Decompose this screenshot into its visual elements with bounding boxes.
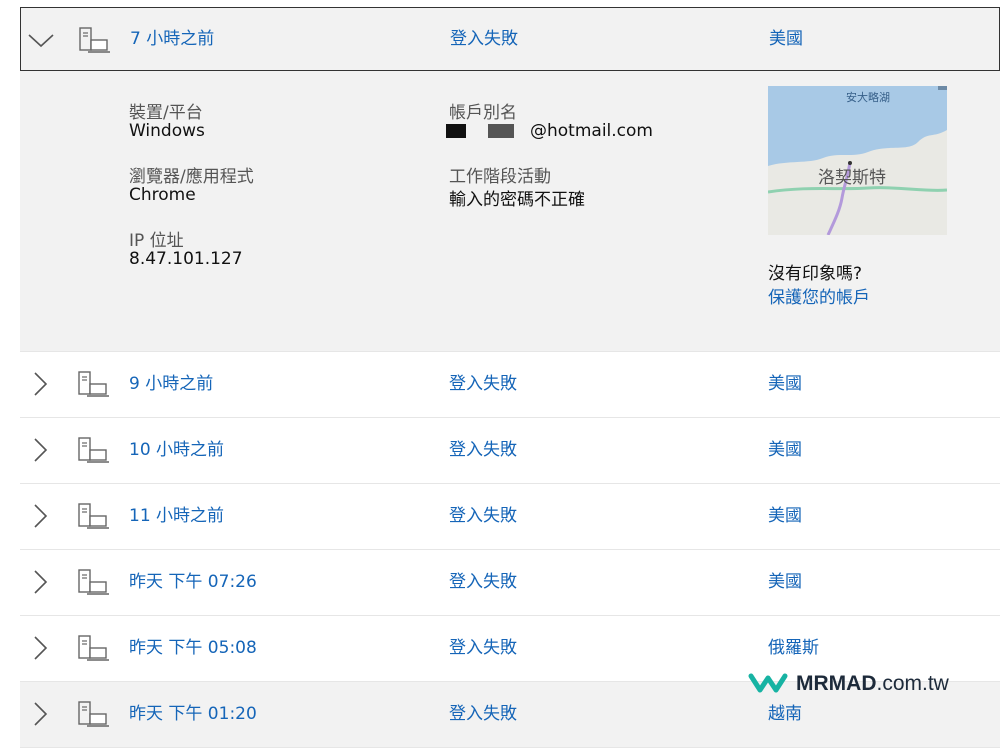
activity-status: 登入失敗 bbox=[449, 572, 517, 592]
device-platform-label: 裝置/平台 bbox=[129, 103, 203, 123]
activity-status: 登入失敗 bbox=[449, 440, 517, 460]
activity-time: 11 小時之前 bbox=[129, 506, 225, 526]
activity-time: 7 小時之前 bbox=[130, 29, 215, 49]
activity-time: 10 小時之前 bbox=[129, 440, 225, 460]
activity-location: 美國 bbox=[768, 572, 802, 592]
ip-address-value: 8.47.101.127 bbox=[129, 249, 243, 269]
activity-details-panel: 裝置/平台 Windows 瀏覽器/應用程式 Chrome IP 位址 8.47… bbox=[20, 71, 1000, 352]
device-icon bbox=[78, 371, 109, 397]
activity-time: 9 小時之前 bbox=[129, 374, 214, 394]
session-activity-label: 工作階段活動 bbox=[449, 167, 551, 187]
device-platform-value: Windows bbox=[129, 121, 205, 141]
device-icon bbox=[78, 503, 109, 529]
activity-location: 美國 bbox=[768, 374, 802, 394]
mrmad-watermark: MRMAD.com.tw bbox=[748, 670, 949, 698]
watermark-brand: MRMAD bbox=[796, 672, 877, 695]
ip-address-label: IP 位址 bbox=[129, 231, 184, 251]
activity-row[interactable]: 昨天 下午 07:26 登入失敗 美國 bbox=[20, 550, 1000, 616]
device-icon bbox=[79, 27, 110, 53]
activity-location: 美國 bbox=[768, 506, 802, 526]
session-activity-value: 輸入的密碼不正確 bbox=[449, 190, 585, 210]
protect-account-link[interactable]: 保護您的帳戶 bbox=[768, 283, 870, 308]
chevron-right-icon[interactable] bbox=[26, 504, 54, 528]
activity-status: 登入失敗 bbox=[449, 704, 517, 724]
activity-status: 登入失敗 bbox=[449, 506, 517, 526]
activity-location: 美國 bbox=[768, 440, 802, 460]
redaction-block bbox=[488, 124, 514, 138]
watermark-text: MRMAD.com.tw bbox=[796, 672, 949, 696]
activity-time: 昨天 下午 01:20 bbox=[129, 704, 257, 724]
activity-row[interactable]: 9 小時之前 登入失敗 美國 bbox=[20, 352, 1000, 418]
account-alias-label: 帳戶別名 bbox=[449, 103, 517, 123]
chevron-right-icon[interactable] bbox=[26, 702, 54, 726]
device-icon bbox=[78, 701, 109, 727]
map-label-city: 洛契斯特 bbox=[818, 168, 886, 188]
device-icon bbox=[78, 635, 109, 661]
chevron-down-icon[interactable] bbox=[27, 28, 55, 52]
activity-time: 昨天 下午 07:26 bbox=[129, 572, 257, 592]
not-recognized-text: 沒有印象嗎? bbox=[768, 264, 863, 284]
activity-row-expanded[interactable]: 7 小時之前 登入失敗 美國 bbox=[20, 7, 1000, 71]
mrmad-logo-icon bbox=[748, 673, 788, 693]
activity-time: 昨天 下午 05:08 bbox=[129, 638, 257, 658]
activity-location: 美國 bbox=[769, 29, 803, 49]
activity-list: 7 小時之前 登入失敗 美國 裝置/平台 Windows 瀏覽器/應用程式 Ch… bbox=[20, 0, 1000, 748]
device-icon bbox=[78, 569, 109, 595]
location-map[interactable]: 安大略湖 洛契斯特 bbox=[768, 86, 947, 235]
activity-status: 登入失敗 bbox=[449, 638, 517, 658]
chevron-right-icon[interactable] bbox=[26, 372, 54, 396]
chevron-right-icon[interactable] bbox=[26, 570, 54, 594]
device-icon bbox=[78, 437, 109, 463]
watermark-domain: .com.tw bbox=[876, 672, 949, 695]
browser-app-label: 瀏覽器/應用程式 bbox=[129, 167, 254, 187]
map-graphic: 安大略湖 洛契斯特 bbox=[768, 86, 947, 235]
activity-status: 登入失敗 bbox=[450, 29, 518, 49]
browser-app-value: Chrome bbox=[129, 185, 196, 205]
activity-row[interactable]: 10 小時之前 登入失敗 美國 bbox=[20, 418, 1000, 484]
chevron-right-icon[interactable] bbox=[26, 438, 54, 462]
activity-status: 登入失敗 bbox=[449, 374, 517, 394]
account-alias-value: @hotmail.com bbox=[446, 121, 653, 141]
map-label-lake: 安大略湖 bbox=[846, 90, 890, 104]
chevron-right-icon[interactable] bbox=[26, 636, 54, 660]
account-alias-domain: @hotmail.com bbox=[530, 121, 653, 141]
activity-row[interactable]: 11 小時之前 登入失敗 美國 bbox=[20, 484, 1000, 550]
redaction-block bbox=[446, 124, 466, 138]
